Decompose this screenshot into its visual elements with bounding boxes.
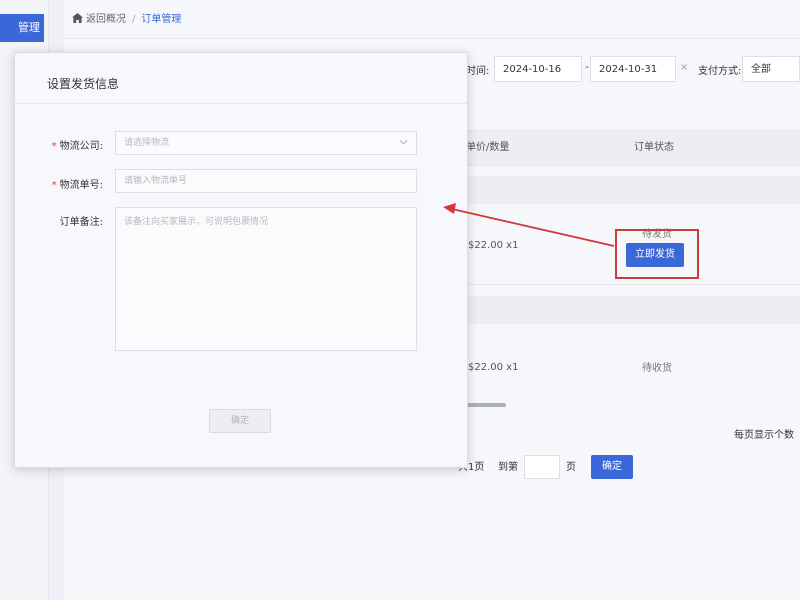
chevron-down-icon xyxy=(399,139,408,145)
clear-date-icon[interactable]: × xyxy=(680,62,688,73)
logistics-company-label: * 物流公司: xyxy=(23,137,103,152)
start-date-input[interactable]: 2024-10-16 xyxy=(494,56,582,82)
end-date-input[interactable]: 2024-10-31 xyxy=(590,56,676,82)
table-row-price-qty: $22.00 x1 xyxy=(468,240,519,251)
tracking-number-label: * 物流单号: xyxy=(23,176,103,191)
goto-page-button[interactable]: 确定 xyxy=(591,455,633,479)
highlight-annotation-box xyxy=(615,229,699,279)
tracking-number-input[interactable] xyxy=(115,169,417,193)
goto-page-input[interactable] xyxy=(524,455,560,479)
dialog-title: 设置发货信息 xyxy=(47,77,120,91)
tracking-number-label-text: 物流单号: xyxy=(59,180,103,191)
logistics-company-placeholder: 请选择物流 xyxy=(124,138,170,148)
breadcrumb-home-link[interactable]: 返回概况 xyxy=(86,14,126,25)
shipping-info-dialog: 设置发货信息 *物流公司: 请选择物流 *物流单号: 订单备注: 确定 xyxy=(14,52,468,468)
time-filter-label: 时间: xyxy=(466,66,490,77)
dialog-divider xyxy=(15,103,467,104)
dialog-confirm-button[interactable]: 确定 xyxy=(209,409,271,433)
horizontal-scrollbar[interactable] xyxy=(464,403,506,407)
table-row-status: 待收货 xyxy=(642,363,672,374)
table-row-price-qty: $22.00 x1 xyxy=(468,362,519,373)
breadcrumb-separator: / xyxy=(132,14,136,25)
order-remark-label: 订单备注: xyxy=(59,217,103,228)
per-page-label[interactable]: 每页显示个数 xyxy=(734,426,794,441)
logistics-company-label-text: 物流公司: xyxy=(59,141,103,152)
sidebar-item-management[interactable]: 管理 xyxy=(0,14,44,42)
home-icon xyxy=(72,13,83,23)
order-remark-textarea[interactable] xyxy=(115,207,417,351)
breadcrumb-current[interactable]: 订单管理 xyxy=(141,14,181,25)
required-mark: * xyxy=(51,141,57,152)
column-header-order-status: 订单状态 xyxy=(634,142,674,153)
payment-method-label: 支付方式: xyxy=(698,66,742,77)
logistics-company-select[interactable]: 请选择物流 xyxy=(115,131,417,155)
breadcrumb: 返回概况 / 订单管理 xyxy=(72,10,181,30)
goto-page-label: 到第 xyxy=(498,462,518,473)
payment-method-select[interactable]: 全部 xyxy=(742,56,800,82)
header-divider xyxy=(64,38,800,39)
page-unit-label: 页 xyxy=(566,462,576,473)
column-header-price-qty: 单价/数量 xyxy=(466,142,510,153)
required-mark: * xyxy=(51,180,57,191)
